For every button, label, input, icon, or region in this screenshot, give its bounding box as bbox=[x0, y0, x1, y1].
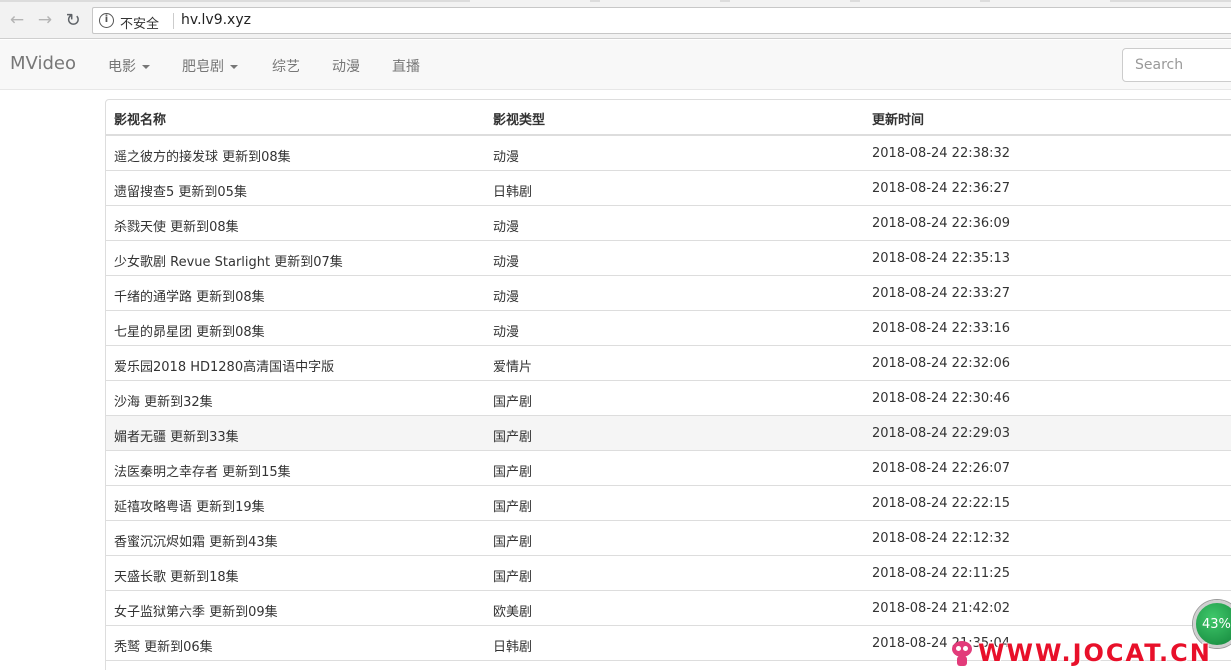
video-type: 国产剧 bbox=[493, 395, 533, 410]
table-row[interactable]: 女子监狱第六季 更新到09集 欧美剧 2018-08-24 21:42:02 bbox=[106, 591, 1231, 626]
video-type: 日韩剧 bbox=[493, 185, 533, 200]
address-bar[interactable]: i 不安全 hv.lv9.xyz bbox=[92, 7, 1231, 34]
video-type: 日韩剧 bbox=[493, 640, 533, 655]
update-time: 2018-08-24 22:35:13 bbox=[872, 251, 1011, 266]
caret-down-icon bbox=[230, 65, 238, 69]
security-status[interactable]: 不安全 bbox=[120, 13, 159, 32]
update-time: 2018-08-24 22:36:27 bbox=[872, 181, 1011, 196]
watermark-text: WWW.JOCAT.CN bbox=[978, 639, 1212, 667]
nav-item-label: 电影 bbox=[108, 59, 136, 75]
table-header: 影视名称 影视类型 更新时间 bbox=[106, 100, 1231, 136]
video-type: 动漫 bbox=[493, 150, 520, 165]
update-time: 2018-08-24 22:26:07 bbox=[872, 461, 1011, 476]
video-name[interactable]: 沙海 更新到32集 bbox=[114, 391, 213, 410]
video-name[interactable]: 少女歌剧 Revue Starlight 更新到07集 bbox=[114, 251, 343, 270]
video-name[interactable]: 遗留搜查5 更新到05集 bbox=[114, 181, 247, 200]
video-type: 爱情片 bbox=[493, 360, 533, 375]
video-type: 欧美剧 bbox=[493, 605, 533, 620]
table-row[interactable]: 千绪的通学路 更新到08集 动漫 2018-08-24 22:33:27 bbox=[106, 276, 1231, 311]
nav-item-anime[interactable]: 动漫 bbox=[332, 56, 360, 76]
video-type: 国产剧 bbox=[493, 500, 533, 515]
video-name[interactable]: 七星的昴星团 更新到08集 bbox=[114, 321, 265, 340]
progress-badge-text: 43% bbox=[1202, 616, 1231, 632]
video-name[interactable]: 千绪的通学路 更新到08集 bbox=[114, 286, 265, 305]
video-name[interactable]: 天盛长歌 更新到18集 bbox=[114, 566, 239, 585]
update-time: 2018-08-24 22:30:46 bbox=[872, 391, 1011, 406]
reload-icon[interactable]: ↻ bbox=[62, 9, 84, 31]
update-time: 2018-08-24 22:33:16 bbox=[872, 321, 1011, 336]
table-row[interactable]: 媚者无疆 更新到33集 国产剧 2018-08-24 22:29:03 bbox=[106, 416, 1231, 451]
table-row[interactable]: 天盛长歌 更新到18集 国产剧 2018-08-24 22:11:25 bbox=[106, 556, 1231, 591]
table-row[interactable]: 延禧攻略粤语 更新到19集 国产剧 2018-08-24 22:22:15 bbox=[106, 486, 1231, 521]
video-type: 动漫 bbox=[493, 220, 520, 235]
table-row[interactable]: 遗留搜查5 更新到05集 日韩剧 2018-08-24 22:36:27 bbox=[106, 171, 1231, 206]
update-time: 2018-08-24 21:42:02 bbox=[872, 601, 1011, 616]
table-body: 遥之彼方的接发球 更新到08集 动漫 2018-08-24 22:38:32 遗留搜查… bbox=[106, 136, 1231, 661]
update-time: 2018-08-24 22:33:27 bbox=[872, 286, 1011, 301]
header-name: 影视名称 bbox=[114, 113, 167, 128]
brand-logo[interactable]: MVideo bbox=[10, 53, 76, 74]
back-arrow-icon[interactable]: ← bbox=[6, 9, 28, 31]
video-name[interactable]: 媚者无疆 更新到33集 bbox=[114, 426, 239, 445]
nav-item-series[interactable]: 肥皂剧 bbox=[182, 56, 238, 76]
update-time: 2018-08-24 22:12:32 bbox=[872, 531, 1011, 546]
nav-item-variety[interactable]: 综艺 bbox=[272, 56, 300, 76]
video-type: 动漫 bbox=[493, 255, 520, 270]
video-table: 影视名称 影视类型 更新时间 遥之彼方的接发球 更新到08集 动漫 2018-08-… bbox=[105, 99, 1231, 670]
site-navbar: MVideo 电影 肥皂剧 综艺 动漫 直播 bbox=[0, 40, 1231, 90]
nav-item-movies[interactable]: 电影 bbox=[108, 56, 150, 76]
video-name[interactable]: 爱乐园2018 HD1280高清国语中字版 bbox=[114, 356, 334, 375]
update-time: 2018-08-24 22:32:06 bbox=[872, 356, 1011, 371]
nav-item-live[interactable]: 直播 bbox=[392, 56, 420, 76]
video-type: 动漫 bbox=[493, 325, 520, 340]
video-name[interactable]: 遥之彼方的接发球 更新到08集 bbox=[114, 146, 291, 165]
info-icon[interactable]: i bbox=[99, 13, 114, 28]
video-name[interactable]: 杀戮天使 更新到08集 bbox=[114, 216, 239, 235]
update-time: 2018-08-24 22:36:09 bbox=[872, 216, 1011, 231]
video-name[interactable]: 法医秦明之幸存者 更新到15集 bbox=[114, 461, 291, 480]
caret-down-icon bbox=[142, 65, 150, 69]
nav-item-label: 肥皂剧 bbox=[182, 59, 224, 75]
table-row[interactable]: 杀戮天使 更新到08集 动漫 2018-08-24 22:36:09 bbox=[106, 206, 1231, 241]
header-time: 更新时间 bbox=[872, 113, 925, 128]
video-type: 国产剧 bbox=[493, 465, 533, 480]
url-text[interactable]: hv.lv9.xyz bbox=[181, 12, 251, 28]
video-name[interactable]: 延禧攻略粤语 更新到19集 bbox=[114, 496, 265, 515]
table-row[interactable]: 遥之彼方的接发球 更新到08集 动漫 2018-08-24 22:38:32 bbox=[106, 136, 1231, 171]
url-separator bbox=[173, 13, 174, 29]
mascot-icon bbox=[950, 639, 974, 667]
update-time: 2018-08-24 22:22:15 bbox=[872, 496, 1011, 511]
video-name[interactable]: 香蜜沉沉烬如霜 更新到43集 bbox=[114, 531, 278, 550]
table-row[interactable]: 香蜜沉沉烬如霜 更新到43集 国产剧 2018-08-24 22:12:32 bbox=[106, 521, 1231, 556]
table-row[interactable]: 沙海 更新到32集 国产剧 2018-08-24 22:30:46 bbox=[106, 381, 1231, 416]
table-row[interactable]: 七星的昴星团 更新到08集 动漫 2018-08-24 22:33:16 bbox=[106, 311, 1231, 346]
update-time: 2018-08-24 22:38:32 bbox=[872, 146, 1011, 161]
update-time: 2018-08-24 22:29:03 bbox=[872, 426, 1011, 441]
forward-arrow-icon[interactable]: → bbox=[34, 9, 56, 31]
video-type: 国产剧 bbox=[493, 570, 533, 585]
video-name[interactable]: 女子监狱第六季 更新到09集 bbox=[114, 601, 278, 620]
update-time: 2018-08-24 22:11:25 bbox=[872, 566, 1011, 581]
search-input[interactable] bbox=[1122, 48, 1231, 82]
watermark: WWW.JOCAT.CN bbox=[950, 637, 1212, 669]
table-row[interactable]: 爱乐园2018 HD1280高清国语中字版 爱情片 2018-08-24 22:32… bbox=[106, 346, 1231, 381]
video-name[interactable]: 秃鹫 更新到06集 bbox=[114, 636, 213, 655]
video-type: 动漫 bbox=[493, 290, 520, 305]
video-type: 国产剧 bbox=[493, 535, 533, 550]
table-row[interactable]: 法医秦明之幸存者 更新到15集 国产剧 2018-08-24 22:26:07 bbox=[106, 451, 1231, 486]
video-type: 国产剧 bbox=[493, 430, 533, 445]
header-type: 影视类型 bbox=[493, 113, 546, 128]
table-row[interactable]: 少女歌剧 Revue Starlight 更新到07集 动漫 2018-08-24 … bbox=[106, 241, 1231, 276]
browser-toolbar: ← → ↻ i 不安全 hv.lv9.xyz bbox=[0, 2, 1231, 39]
